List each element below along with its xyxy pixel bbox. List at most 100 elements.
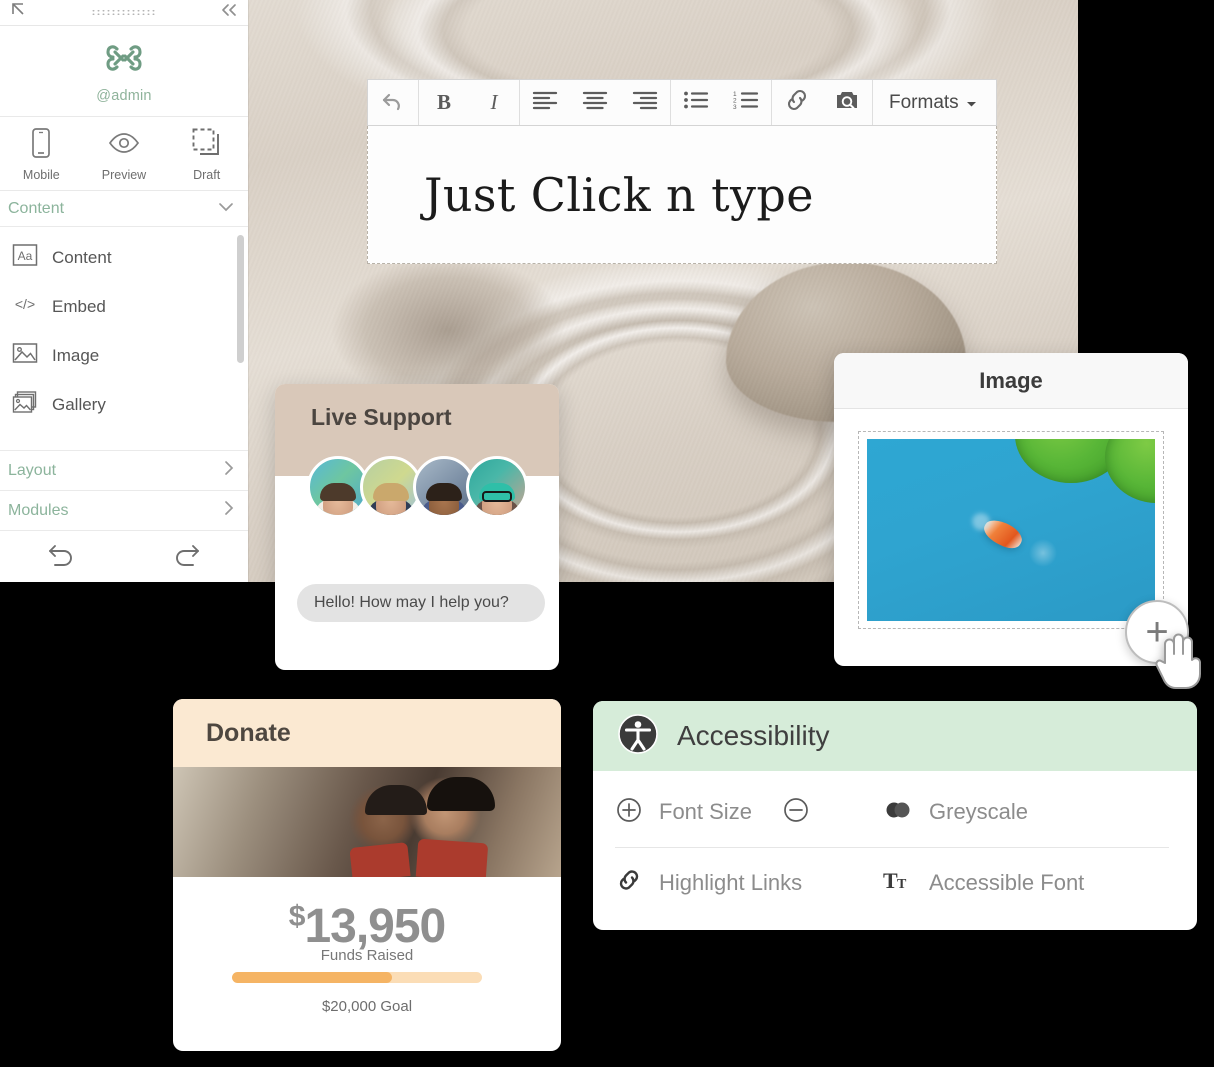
sidebar-topbar <box>0 0 248 26</box>
chevron-right-icon[interactable] <box>223 460 234 481</box>
svg-text:Aa: Aa <box>18 249 33 263</box>
eye-icon <box>107 133 141 163</box>
donation-goal-label: $20,000 Goal <box>321 998 413 1015</box>
gallery-stack-icon <box>12 389 38 420</box>
donate-photo <box>173 767 561 877</box>
undo-button[interactable] <box>45 541 79 572</box>
numbered-list-button[interactable]: 123 <box>721 80 771 125</box>
bullet-list-icon <box>683 90 709 115</box>
align-right-button[interactable] <box>620 80 670 125</box>
toolbar-group-insert <box>772 80 873 125</box>
accessible-font-option[interactable]: TT Accessible Font <box>883 867 1169 898</box>
link-chain-icon <box>784 88 810 117</box>
mobile-phone-icon <box>30 128 52 163</box>
preview-button[interactable]: Preview <box>83 127 166 182</box>
svg-text:</>: </> <box>15 296 35 312</box>
funds-raised-caption: Funds Raised <box>320 947 414 964</box>
accessibility-card: Accessibility Font Size Greyscale Highli… <box>593 701 1197 930</box>
accessibility-title: Accessibility <box>677 720 830 751</box>
koi-fish <box>980 514 1026 554</box>
double-chevron-left-icon[interactable] <box>220 2 238 23</box>
support-message-bubble: Hello! How may I help you? <box>297 584 545 622</box>
sidebar-item-content[interactable]: Aa Content <box>0 233 248 282</box>
live-support-card: Live Support Hello! How may I help you? <box>275 384 559 670</box>
amount-value: 13,950 <box>304 900 446 953</box>
sidebar-row-label: Layout <box>8 461 57 479</box>
admin-handle: @admin <box>96 88 152 104</box>
sidebar-item-image[interactable]: Image <box>0 331 248 380</box>
lily-pad <box>1105 439 1155 503</box>
align-center-button[interactable] <box>570 80 620 125</box>
sidebar-item-label: Gallery <box>52 394 106 414</box>
greyscale-option[interactable]: Greyscale <box>883 799 1169 826</box>
support-message-text: Hello! How may I help you? <box>314 594 509 611</box>
image-search-icon <box>834 88 860 117</box>
sidebar-item-embed[interactable]: </> Embed <box>0 282 248 331</box>
sidebar-row-modules[interactable]: Modules <box>0 490 248 530</box>
align-left-button[interactable] <box>520 80 570 125</box>
sidebar-section-label: Content <box>8 199 65 217</box>
donate-header: Donate <box>173 699 561 767</box>
donation-progress-fill <box>232 972 392 983</box>
highlight-links-option[interactable]: Highlight Links <box>615 867 883 898</box>
accessibility-options: Font Size Greyscale Highlight Links T T … <box>593 771 1197 917</box>
joomla-logo-icon <box>0 35 248 86</box>
arrow-cursor-icon[interactable] <box>10 2 26 23</box>
svg-text:3: 3 <box>733 104 737 110</box>
drag-grip-icon[interactable] <box>91 8 155 18</box>
formats-label: Formats <box>889 91 959 113</box>
bold-button[interactable]: B <box>419 80 469 125</box>
sidebar-row-label: Modules <box>8 501 69 519</box>
option-label: Greyscale <box>929 799 1029 824</box>
option-label: Highlight Links <box>659 869 803 895</box>
font-size-option[interactable]: Font Size <box>615 796 883 829</box>
editor-sidebar: @admin Mobile Preview Draft Content Aa C… <box>0 0 248 582</box>
undo-button[interactable] <box>368 80 418 125</box>
mobile-label: Mobile <box>22 168 60 182</box>
minus-circle-icon[interactable] <box>782 796 810 829</box>
toolbar-group-align <box>520 80 671 125</box>
preview-label: Preview <box>101 168 147 182</box>
editor-content-area[interactable]: Just Click n type <box>367 126 997 264</box>
sidebar-profile: @admin <box>0 26 248 117</box>
chevron-right-icon[interactable] <box>223 500 234 521</box>
option-label: Font Size <box>659 799 752 824</box>
sidebar-item-label: Image <box>52 345 100 365</box>
avatar[interactable] <box>466 456 528 518</box>
chevron-down-icon[interactable] <box>218 200 234 218</box>
accessibility-row: Highlight Links TT Accessible Font <box>615 847 1169 917</box>
currency-symbol: $ <box>288 900 306 933</box>
italic-button[interactable]: I <box>469 80 519 125</box>
sidebar-item-gallery[interactable]: Gallery <box>0 380 248 429</box>
sidebar-scrollbar[interactable] <box>237 235 244 363</box>
sidebar-section-content[interactable]: Content <box>0 191 248 227</box>
sidebar-row-layout[interactable]: Layout <box>0 450 248 490</box>
donate-card: Donate $13,950 Funds Raised $20,000 Goal <box>173 699 561 1051</box>
svg-text:T: T <box>883 868 898 893</box>
numbered-list-icon: 123 <box>733 90 759 115</box>
koi-pond-photo[interactable] <box>867 439 1155 621</box>
dashed-frame-icon <box>191 128 223 163</box>
sidebar-item-list: Aa Content </> Embed Image Gallery <box>0 227 248 450</box>
accessibility-row: Font Size Greyscale <box>615 777 1169 847</box>
insert-link-button[interactable] <box>772 80 822 125</box>
align-center-icon <box>582 90 608 115</box>
link-chain-icon <box>615 867 643 898</box>
align-left-icon <box>532 90 558 115</box>
donation-progress-bar <box>232 972 482 983</box>
mobile-preview-button[interactable]: Mobile <box>0 127 83 182</box>
funds-raised-amount: $13,950 <box>173 899 561 954</box>
pointing-hand-cursor-icon <box>1152 628 1208 695</box>
formats-dropdown[interactable]: Formats <box>873 92 991 114</box>
code-brackets-icon: </> <box>12 291 38 322</box>
plus-circle-icon[interactable] <box>615 796 643 829</box>
draft-button[interactable]: Draft <box>165 127 248 182</box>
aa-text-icon: Aa <box>12 242 38 273</box>
media-manager-button[interactable] <box>822 80 872 125</box>
option-label: Accessible Font <box>929 869 1085 895</box>
app-root: @admin Mobile Preview Draft Content Aa C… <box>0 0 1214 1067</box>
redo-button[interactable] <box>169 541 203 572</box>
live-support-title: Live Support <box>311 404 452 430</box>
two-circles-icon <box>883 799 913 826</box>
bullet-list-button[interactable] <box>671 80 721 125</box>
